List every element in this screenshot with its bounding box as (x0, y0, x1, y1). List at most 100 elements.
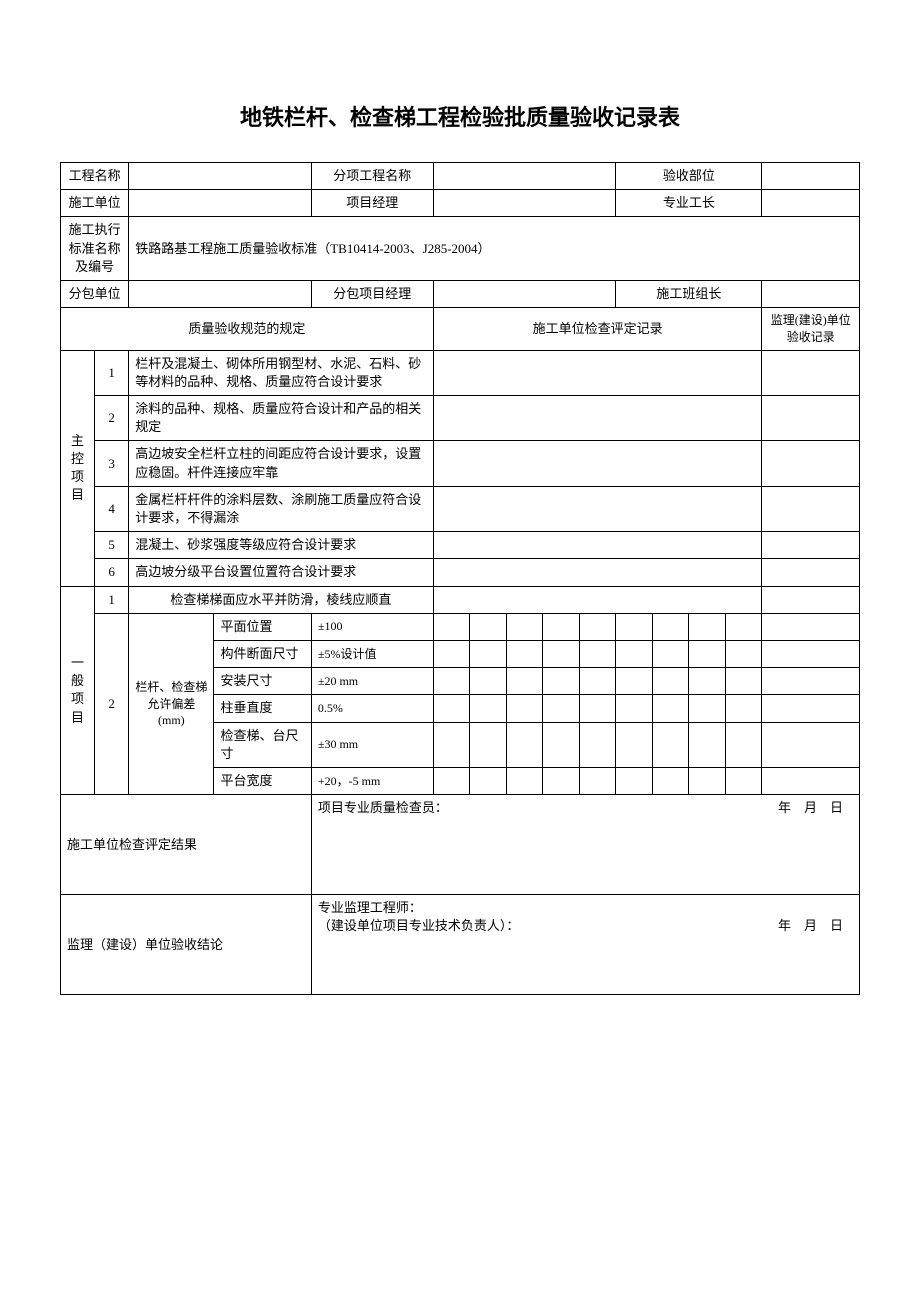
supervise-cell[interactable] (762, 668, 860, 695)
data-cell[interactable] (506, 767, 543, 794)
general-item-2-num: 2 (95, 613, 129, 794)
data-cell[interactable] (433, 613, 470, 640)
construction-result-content[interactable]: 项目专业质量检查员： 年 月 日 (311, 795, 859, 895)
data-cell[interactable] (433, 668, 470, 695)
data-cell[interactable] (652, 722, 689, 767)
subcontract-unit-value[interactable] (129, 280, 312, 307)
supervise-cell[interactable] (762, 396, 860, 441)
data-cell[interactable] (689, 695, 726, 722)
data-cell[interactable] (543, 767, 580, 794)
supervise-cell[interactable] (762, 767, 860, 794)
data-cell[interactable] (579, 668, 616, 695)
main-item-row-4: 4 金属栏杆杆件的涂料层数、涂刷施工质量应符合设计要求，不得漏涂 (61, 486, 860, 531)
project-name-value[interactable] (129, 163, 312, 190)
project-manager-label: 项目经理 (311, 190, 433, 217)
team-leader-value[interactable] (762, 280, 860, 307)
data-cell[interactable] (470, 668, 507, 695)
data-cell[interactable] (652, 640, 689, 667)
construction-unit-value[interactable] (129, 190, 312, 217)
supervise-cell[interactable] (762, 613, 860, 640)
data-cell[interactable] (543, 613, 580, 640)
supervise-cell[interactable] (762, 486, 860, 531)
data-cell[interactable] (689, 668, 726, 695)
data-cell[interactable] (725, 767, 762, 794)
data-cell[interactable] (616, 767, 653, 794)
data-cell[interactable] (689, 722, 726, 767)
subitem-value[interactable] (433, 163, 616, 190)
data-cell[interactable] (433, 640, 470, 667)
data-cell[interactable] (579, 722, 616, 767)
data-cell[interactable] (433, 767, 470, 794)
data-cell[interactable] (506, 613, 543, 640)
data-cell[interactable] (579, 613, 616, 640)
supervise-result-content[interactable]: 专业监理工程师： （建设单位项目专业技术负责人）： 年 月 日 (311, 895, 859, 995)
data-cell[interactable] (470, 695, 507, 722)
supervise-cell[interactable] (762, 441, 860, 486)
construction-result-label: 施工单位检查评定结果 (61, 795, 312, 895)
data-cell[interactable] (433, 695, 470, 722)
accept-part-value[interactable] (762, 163, 860, 190)
data-cell[interactable] (470, 640, 507, 667)
main-item-num: 6 (95, 559, 129, 586)
supervise-cell[interactable] (762, 350, 860, 395)
data-cell[interactable] (543, 695, 580, 722)
date-line: 年 月 日 (765, 917, 853, 935)
supervise-cell[interactable] (762, 722, 860, 767)
data-cell[interactable] (470, 722, 507, 767)
data-cell[interactable] (689, 640, 726, 667)
data-cell[interactable] (433, 722, 470, 767)
data-cell[interactable] (652, 767, 689, 794)
supervise-cell[interactable] (762, 695, 860, 722)
general-item-2-label: 栏杆、检查梯允许偏差(mm) (129, 613, 214, 794)
data-cell[interactable] (652, 668, 689, 695)
data-cell[interactable] (506, 722, 543, 767)
data-cell[interactable] (579, 695, 616, 722)
data-cell[interactable] (725, 695, 762, 722)
data-cell[interactable] (579, 767, 616, 794)
data-cell[interactable] (616, 695, 653, 722)
data-cell[interactable] (689, 613, 726, 640)
pro-foreman-value[interactable] (762, 190, 860, 217)
check-cell[interactable] (433, 396, 762, 441)
check-cell[interactable] (433, 559, 762, 586)
data-cell[interactable] (543, 668, 580, 695)
supervise-cell[interactable] (762, 586, 860, 613)
main-item-num: 1 (95, 350, 129, 395)
data-cell[interactable] (652, 613, 689, 640)
supervise-cell[interactable] (762, 640, 860, 667)
subcontract-pm-value[interactable] (433, 280, 616, 307)
data-cell[interactable] (652, 695, 689, 722)
data-cell[interactable] (725, 640, 762, 667)
data-cell[interactable] (616, 668, 653, 695)
general-item-2-row-0: 2 栏杆、检查梯允许偏差(mm) 平面位置 ±100 (61, 613, 860, 640)
main-item-text: 涂料的品种、规格、质量应符合设计和产品的相关规定 (129, 396, 433, 441)
data-cell[interactable] (506, 640, 543, 667)
data-cell[interactable] (506, 668, 543, 695)
supervise-engineer-label: 专业监理工程师： (318, 900, 422, 915)
supervise-cell[interactable] (762, 532, 860, 559)
data-cell[interactable] (616, 722, 653, 767)
tolerance-name: 构件断面尺寸 (214, 640, 311, 667)
data-cell[interactable] (725, 668, 762, 695)
check-cell[interactable] (433, 586, 762, 613)
data-cell[interactable] (616, 613, 653, 640)
check-cell[interactable] (433, 350, 762, 395)
project-manager-value[interactable] (433, 190, 616, 217)
check-cell[interactable] (433, 441, 762, 486)
check-cell[interactable] (433, 532, 762, 559)
page-title: 地铁栏杆、检查梯工程检验批质量验收记录表 (60, 100, 860, 132)
supervise-cell[interactable] (762, 559, 860, 586)
main-item-num: 5 (95, 532, 129, 559)
data-cell[interactable] (506, 695, 543, 722)
data-cell[interactable] (470, 767, 507, 794)
data-cell[interactable] (543, 640, 580, 667)
data-cell[interactable] (470, 613, 507, 640)
main-item-row-5: 5 混凝土、砂浆强度等级应符合设计要求 (61, 532, 860, 559)
data-cell[interactable] (725, 613, 762, 640)
data-cell[interactable] (616, 640, 653, 667)
data-cell[interactable] (725, 722, 762, 767)
data-cell[interactable] (543, 722, 580, 767)
data-cell[interactable] (689, 767, 726, 794)
data-cell[interactable] (579, 640, 616, 667)
check-cell[interactable] (433, 486, 762, 531)
